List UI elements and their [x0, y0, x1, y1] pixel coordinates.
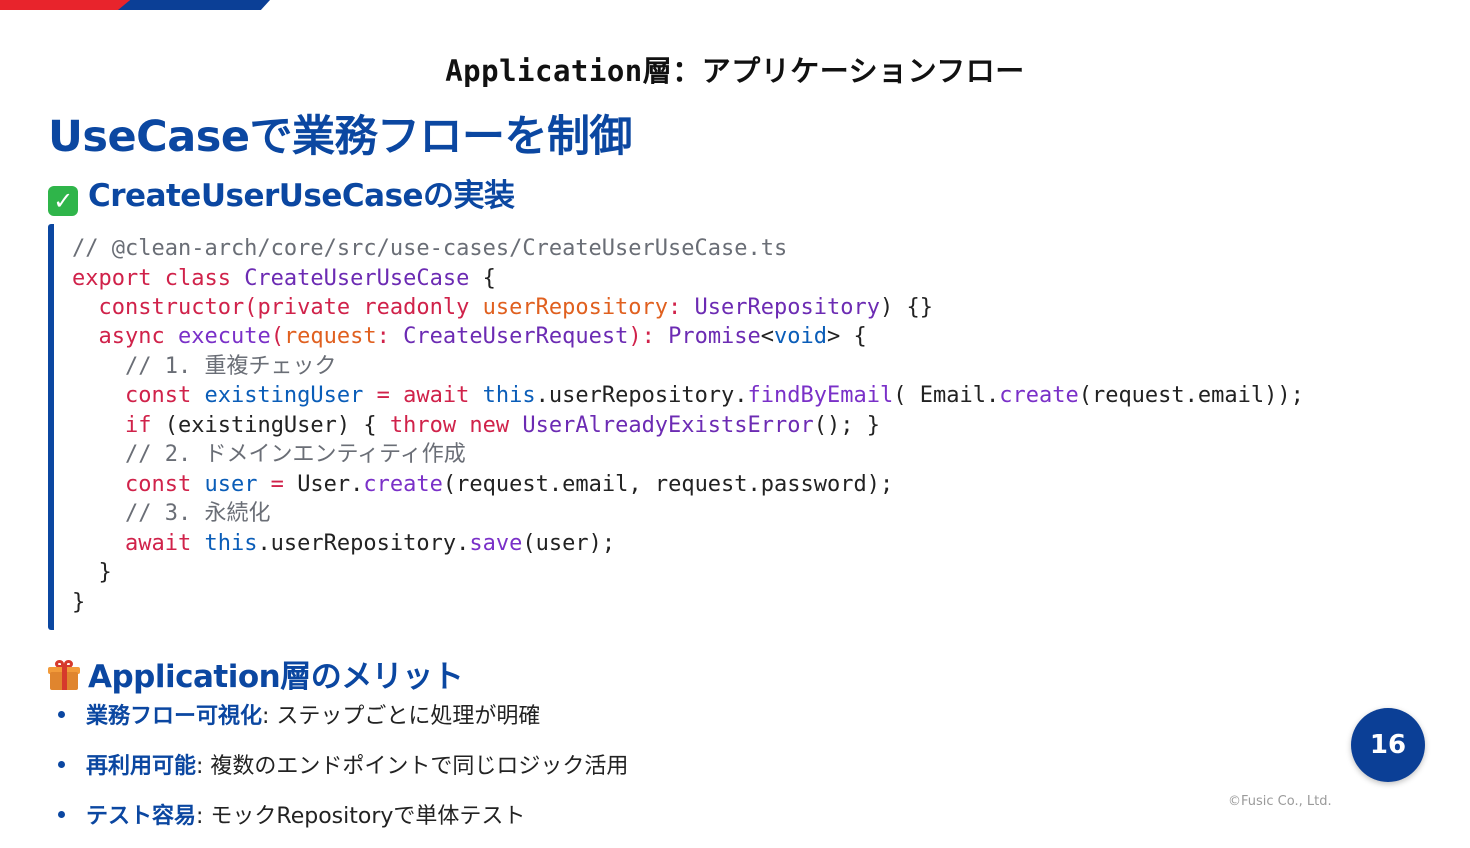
copyright-text: ©Fusic Co., Ltd.: [1228, 794, 1332, 809]
bullet-icon: [58, 761, 65, 768]
section-heading-implementation: ✓ CreateUserUseCaseの実装: [48, 170, 515, 216]
bullet-icon: [58, 711, 65, 718]
merit-label: テスト容易: [86, 804, 197, 829]
section-heading-text: Application層のメリット: [88, 659, 464, 695]
corner-accent-blue: [118, 0, 270, 10]
code-line: // 2. ドメインエンティティ作成: [72, 442, 466, 467]
section-heading-text: CreateUserUseCaseの実装: [88, 178, 515, 214]
code-line: constructor(private readonly userReposit…: [72, 295, 933, 320]
merit-label: 業務フロー可視化: [86, 704, 263, 729]
merit-list: 業務フロー可視化: ステップごとに処理が明確 再利用可能: 複数のエンドポイント…: [58, 698, 628, 848]
section-heading-merits: Application層のメリット: [48, 651, 464, 696]
list-item: 業務フロー可視化: ステップごとに処理が明確: [58, 698, 628, 748]
code-block: // @clean-arch/core/src/use-cases/Create…: [48, 224, 1348, 630]
merit-description: : モックRepositoryで単体テスト: [196, 804, 526, 829]
slide-header-title: Application層：アプリケーションフロー: [445, 54, 1025, 88]
code-line: const existingUser = await this.userRepo…: [72, 383, 1304, 408]
code-line: }: [72, 590, 86, 615]
merit-description: : 複数のエンドポイントで同じロジック活用: [196, 754, 629, 779]
gift-icon: [48, 660, 80, 690]
page-number-badge: 16: [1351, 708, 1425, 782]
code-line: await this.userRepository.save(user);: [72, 531, 616, 556]
code-line: // 3. 永続化: [72, 501, 271, 526]
bullet-icon: [58, 811, 65, 818]
code-line: if (existingUser) { throw new UserAlread…: [72, 413, 880, 438]
main-title: UseCaseで業務フローを制御: [48, 112, 633, 162]
merit-description: : ステップごとに処理が明確: [262, 704, 541, 729]
code-line: const user = User.create(request.email, …: [72, 472, 894, 497]
merit-label: 再利用可能: [86, 754, 197, 779]
code-line: // @clean-arch/core/src/use-cases/Create…: [72, 236, 788, 261]
code-line: export class CreateUserUseCase {: [72, 266, 496, 291]
code-line: }: [72, 560, 112, 585]
list-item: 再利用可能: 複数のエンドポイントで同じロジック活用: [58, 748, 628, 798]
list-item: テスト容易: モックRepositoryで単体テスト: [58, 798, 628, 848]
code-line: async execute(request: CreateUserRequest…: [72, 324, 867, 349]
code-line: // 1. 重複チェック: [72, 354, 337, 379]
check-mark-icon: ✓: [48, 186, 78, 216]
